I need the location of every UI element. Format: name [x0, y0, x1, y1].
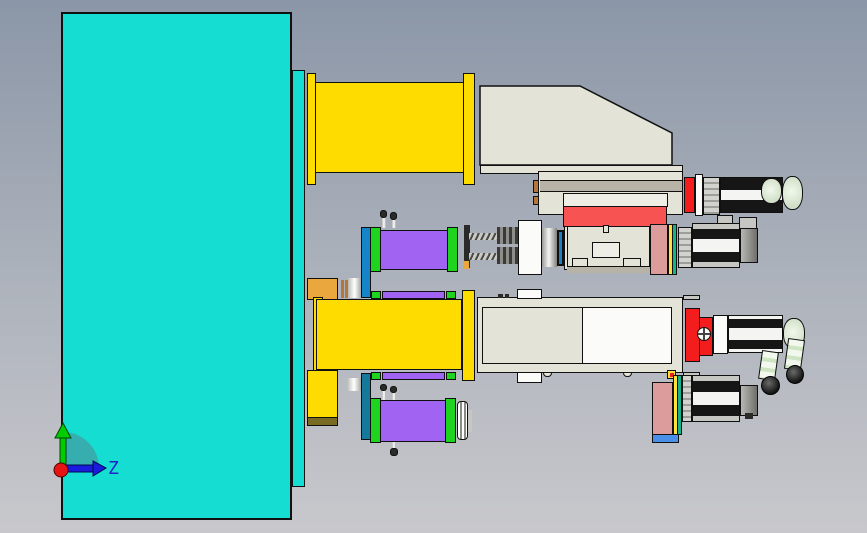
rear-cylinder-purple: [382, 291, 445, 299]
bolt-head: [505, 294, 509, 298]
coupler-blue-ring[interactable]: [557, 230, 564, 266]
motor-band: [729, 318, 782, 329]
purple-cylinder-1-flange-right[interactable]: [447, 227, 458, 272]
sensor-pin-cap: [380, 210, 387, 218]
white-bushing-lower: [347, 378, 361, 391]
motor-band: [693, 251, 739, 262]
middle-teal-strip: [672, 224, 677, 275]
lower-unit-panel-left: [482, 307, 583, 364]
sensor-pin-cap: [390, 386, 397, 393]
lower-cylinder-flange-right[interactable]: [462, 290, 475, 381]
threaded-stud-1: [469, 233, 498, 240]
top-motor-connector-2[interactable]: [782, 176, 803, 210]
sensor-pin-shaft: [382, 390, 386, 400]
lower-motor-end-cap[interactable]: [740, 385, 758, 416]
rear-cylinder-purple: [382, 372, 445, 380]
sensor-pin-shaft: [392, 392, 396, 400]
motor-band: [693, 239, 739, 252]
cad-viewport[interactable]: Z: [0, 0, 867, 533]
lower-blue-bar: [652, 434, 679, 443]
axis-z-arrowhead: [92, 460, 108, 477]
spacer-disc-tip: [464, 261, 469, 269]
motor-band: [729, 328, 782, 340]
rail-stripe: [540, 180, 682, 192]
rail-inner-plate: [563, 193, 668, 207]
coupler-gray-cylinder[interactable]: [542, 228, 557, 267]
motor-band: [693, 261, 739, 267]
threaded-stud-2: [469, 253, 498, 260]
lower-motor-body[interactable]: [692, 375, 740, 422]
motor-band: [729, 339, 782, 350]
sensor-pin-cap: [390, 448, 398, 456]
middle-motor-flange[interactable]: [678, 227, 692, 268]
motor-band: [693, 404, 739, 417]
sensor-pin-shaft: [392, 219, 396, 228]
spindle-base-bar: [567, 266, 650, 273]
orange-pin: [341, 280, 344, 298]
sensor-pin-cap: [390, 212, 397, 220]
axis-x-indicator: [53, 462, 69, 478]
sensor-pin-shaft: [382, 217, 386, 228]
housing-bump: [623, 372, 632, 377]
base-plate-edge[interactable]: [292, 70, 305, 487]
lower-cylinder-body[interactable]: [316, 299, 462, 370]
lower-pink-block[interactable]: [652, 382, 673, 435]
housing-bump: [543, 372, 552, 377]
rear-cylinder-green-left: [371, 372, 381, 380]
spindle-recess: [592, 242, 620, 258]
gray-tab: [683, 295, 700, 300]
yellow-bracket[interactable]: [307, 370, 338, 418]
axis-z-label: Z: [108, 458, 119, 479]
sensor-pin-cap: [380, 384, 387, 391]
top-motor-flange[interactable]: [695, 174, 703, 216]
middle-pink-block[interactable]: [650, 224, 668, 275]
coupling-stack-2: [497, 247, 518, 264]
purple-cylinder-2-flange-right[interactable]: [445, 398, 456, 443]
bolt-head: [498, 294, 503, 298]
lower-unit-panel-right: [582, 307, 672, 364]
coordinate-triad: Z: [53, 421, 119, 479]
coupler-white-block[interactable]: [518, 220, 542, 275]
olive-bar: [307, 417, 338, 426]
axis-y-arrowhead: [54, 421, 72, 439]
housing-tab-bottom: [517, 372, 542, 383]
braided-cable-ball-2: [786, 365, 804, 384]
rail-copper-cap-1: [533, 180, 539, 193]
right-motor-flange[interactable]: [713, 315, 728, 354]
rail-red-end-cap[interactable]: [684, 177, 695, 213]
purple-cylinder-1-body[interactable]: [380, 230, 448, 270]
shim-disc-stack: [457, 401, 468, 440]
rail-copper-cap-2: [533, 196, 539, 205]
housing-tab-top: [517, 289, 542, 299]
purple-cylinder-2-body[interactable]: [380, 400, 446, 442]
white-bushing-upper: [348, 278, 361, 298]
right-motor-body[interactable]: [728, 315, 783, 353]
rear-cylinder-green-right: [446, 372, 456, 380]
middle-motor-end-cap[interactable]: [740, 228, 758, 263]
screw-head: [697, 327, 711, 341]
cap-terminal: [745, 413, 753, 419]
motor-band: [693, 416, 739, 421]
top-cylinder-flange-right[interactable]: [463, 73, 475, 185]
shim-spacer: [468, 410, 472, 432]
motor-band: [693, 380, 739, 393]
top-cylinder-body[interactable]: [315, 82, 464, 173]
spindle-notch-tab: [603, 225, 609, 233]
angular-bracket[interactable]: [477, 84, 677, 176]
lower-motor-flange[interactable]: [682, 375, 692, 422]
screw-cross-v: [703, 328, 705, 340]
top-motor-block[interactable]: [703, 177, 720, 215]
coupling-stack-1: [497, 227, 518, 244]
middle-motor-body[interactable]: [692, 223, 740, 268]
braided-cable-ball-1: [761, 376, 780, 395]
rear-cylinder-green-right: [446, 291, 456, 299]
motor-band: [693, 392, 739, 405]
motor-band: [693, 229, 739, 240]
rear-cylinder-green-left: [371, 291, 381, 299]
top-motor-connector-1[interactable]: [761, 178, 782, 204]
